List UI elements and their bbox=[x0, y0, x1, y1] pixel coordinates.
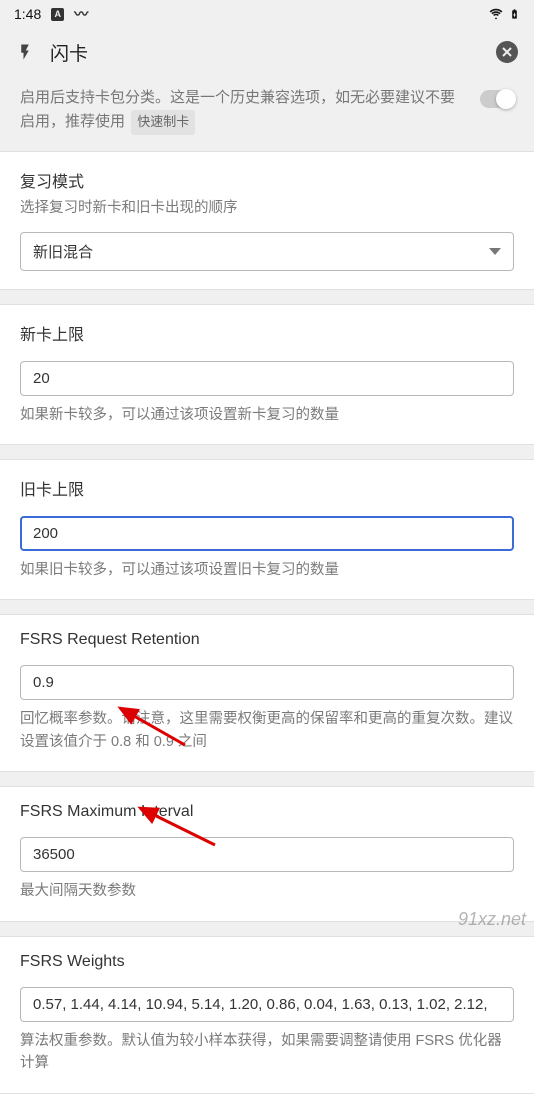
weights-section: FSRS Weights 算法权重参数。默认值为较小样本获得，如果需要调整请使用… bbox=[0, 936, 534, 1094]
old-limit-desc: 如果旧卡较多，可以通过该项设置旧卡复习的数量 bbox=[20, 559, 514, 581]
review-mode-select[interactable]: 新旧混合 bbox=[20, 232, 514, 271]
battery-icon bbox=[509, 6, 520, 22]
old-limit-section: 旧卡上限 如果旧卡较多，可以通过该项设置旧卡复习的数量 bbox=[0, 459, 534, 600]
new-limit-desc: 如果新卡较多，可以通过该项设置新卡复习的数量 bbox=[20, 404, 514, 426]
max-interval-section: FSRS Maximum Interval 最大间隔天数参数 bbox=[0, 786, 534, 921]
weights-desc: 算法权重参数。默认值为较小样本获得，如果需要调整请使用 FSRS 优化器计算 bbox=[20, 1030, 514, 1075]
retention-section: FSRS Request Retention 回忆概率参数。请注意，这里需要权衡… bbox=[0, 614, 534, 772]
review-mode-section: 复习模式 选择复习时新卡和旧卡出现的顺序 新旧混合 bbox=[0, 151, 534, 290]
max-interval-desc: 最大间隔天数参数 bbox=[20, 880, 514, 902]
quick-card-chip[interactable]: 快速制卡 bbox=[131, 110, 195, 135]
max-interval-label: FSRS Maximum Interval bbox=[20, 803, 514, 821]
status-time: 1:48 bbox=[14, 6, 41, 22]
retention-desc: 回忆概率参数。请注意，这里需要权衡更高的保留率和更高的重复次数。建议设置该值介于… bbox=[20, 708, 514, 753]
review-mode-value: 新旧混合 bbox=[33, 241, 93, 262]
chevron-down-icon bbox=[489, 248, 501, 255]
page-title: 闪卡 bbox=[50, 39, 480, 66]
close-button[interactable] bbox=[496, 41, 518, 63]
status-icon-a: A bbox=[51, 8, 64, 21]
review-mode-sub: 选择复习时新卡和旧卡出现的顺序 bbox=[20, 198, 514, 220]
new-limit-label: 新卡上限 bbox=[20, 321, 514, 345]
old-limit-label: 旧卡上限 bbox=[20, 476, 514, 500]
app-header: 闪卡 bbox=[0, 28, 534, 76]
retention-input[interactable] bbox=[20, 665, 514, 700]
max-interval-input[interactable] bbox=[20, 837, 514, 872]
intro-section: 启用后支持卡包分类。这是一个历史兼容选项，如无必要建议不要启用，推荐使用 快速制… bbox=[0, 76, 534, 151]
weights-label: FSRS Weights bbox=[20, 953, 514, 971]
retention-label: FSRS Request Retention bbox=[20, 631, 514, 649]
category-toggle[interactable] bbox=[480, 90, 514, 108]
intro-desc: 启用后支持卡包分类。这是一个历史兼容选项，如无必要建议不要启用，推荐使用 bbox=[20, 89, 455, 130]
review-mode-label: 复习模式 bbox=[20, 168, 514, 192]
lightning-icon bbox=[16, 41, 34, 63]
old-limit-input[interactable] bbox=[20, 516, 514, 551]
new-limit-input[interactable] bbox=[20, 361, 514, 396]
status-icon-m: 〰 bbox=[74, 4, 88, 24]
wifi-icon bbox=[489, 7, 503, 21]
status-bar: 1:48 A 〰 bbox=[0, 0, 534, 28]
intro-text: 启用后支持卡包分类。这是一个历史兼容选项，如无必要建议不要启用，推荐使用 快速制… bbox=[20, 86, 468, 135]
weights-input[interactable] bbox=[20, 987, 514, 1022]
new-limit-section: 新卡上限 如果新卡较多，可以通过该项设置新卡复习的数量 bbox=[0, 304, 534, 445]
watermark: 91xz.net bbox=[458, 909, 526, 930]
